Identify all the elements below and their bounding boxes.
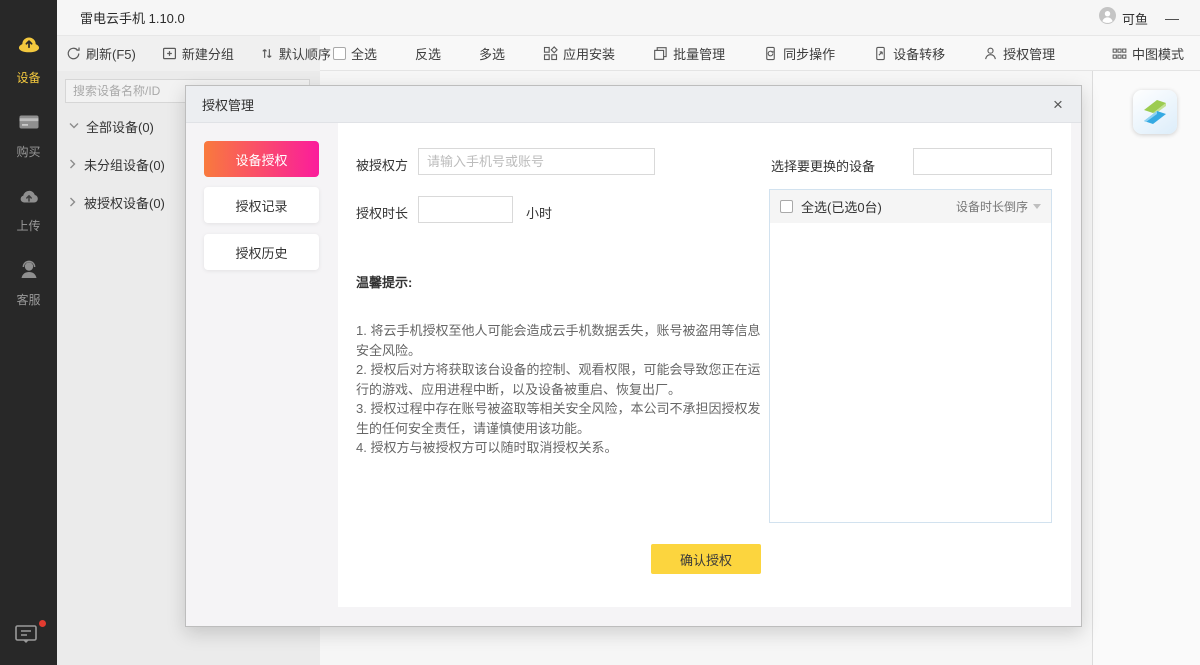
multi-select-button[interactable]: 多选	[479, 44, 505, 63]
tab-authorize-history[interactable]: 授权历史	[204, 234, 319, 270]
toolbar: 刷新(F5) 新建分组 默认顺序 全选 反选 多选 应用安装	[57, 36, 1200, 71]
auth-manage-icon	[983, 46, 998, 61]
rail-item-support[interactable]: 客服	[0, 258, 57, 308]
grantee-input[interactable]	[418, 148, 655, 175]
duration-label: 授权时长	[356, 203, 408, 222]
sort-icon	[260, 46, 274, 61]
avatar-icon	[1099, 7, 1116, 29]
tips-text: 1. 将云手机授权至他人可能会造成云手机数据丢失，账号被盗用等信息安全风险。 2…	[356, 321, 766, 458]
rail-item-label: 客服	[16, 291, 40, 308]
tab-device-authorize[interactable]: 设备授权	[204, 141, 319, 177]
right-rail	[1092, 71, 1200, 665]
tip-line: 3. 授权过程中存在账号被盗取等相关安全风险，本公司不承担因授权发生的任何安全责…	[356, 399, 766, 438]
floating-assistant-button[interactable]	[1133, 90, 1177, 134]
new-group-button[interactable]: 新建分组	[162, 44, 234, 63]
select-all-checkbox[interactable]	[333, 47, 346, 60]
tips-title: 温馨提示:	[356, 272, 412, 291]
rail-item-upload[interactable]: 上传	[0, 184, 57, 234]
modal-title: 授权管理	[202, 95, 254, 114]
batch-manage-button[interactable]: 批量管理	[653, 44, 725, 63]
device-transfer-button[interactable]: 设备转移	[873, 44, 945, 63]
user-account[interactable]: 可鱼	[1099, 7, 1148, 29]
rail-item-purchase[interactable]: 购买	[0, 110, 57, 160]
upload-icon	[17, 184, 41, 213]
batch-manage-icon	[653, 46, 668, 61]
tip-line: 4. 授权方与被授权方可以随时取消授权关系。	[356, 438, 766, 458]
list-select-all-checkbox[interactable]	[780, 200, 793, 213]
select-all-toggle[interactable]: 全选	[333, 44, 377, 63]
device-select-list: 全选(已选0台) 设备时长倒序	[769, 189, 1052, 523]
rail-item-label: 购买	[16, 143, 40, 160]
tip-line: 1. 将云手机授权至他人可能会造成云手机数据丢失，账号被盗用等信息安全风险。	[356, 321, 766, 360]
rail-item-label: 上传	[16, 217, 40, 234]
rail-item-devices[interactable]: 设备	[0, 34, 57, 86]
chevron-down-icon	[69, 122, 79, 130]
close-icon[interactable]: ×	[1045, 92, 1071, 118]
device-list-header: 全选(已选0台) 设备时长倒序	[770, 190, 1051, 223]
grantee-label: 被授权方	[356, 155, 408, 174]
device-select-label: 选择要更换的设备	[771, 156, 875, 175]
duration-input[interactable]	[418, 196, 513, 223]
modal-tab-column: 设备授权 授权记录 授权历史	[204, 141, 319, 280]
app-install-button[interactable]: 应用安装	[543, 44, 615, 63]
sort-dropdown[interactable]: 设备时长倒序	[956, 198, 1041, 215]
titlebar: 雷电云手机 1.10.0 可鱼 —	[57, 0, 1200, 36]
support-icon	[17, 258, 41, 287]
device-icon	[16, 34, 42, 65]
refresh-icon	[66, 46, 81, 61]
feedback-chat-icon[interactable]	[14, 623, 44, 651]
username: 可鱼	[1122, 9, 1148, 28]
tab-authorize-records[interactable]: 授权记录	[204, 187, 319, 223]
caret-down-icon	[1033, 204, 1041, 209]
device-filter-input[interactable]	[913, 148, 1052, 175]
default-order-button[interactable]: 默认顺序	[260, 44, 331, 63]
device-transfer-icon	[873, 46, 888, 61]
minimize-button[interactable]: —	[1158, 6, 1186, 30]
app-install-icon	[543, 46, 558, 61]
modal-header: 授权管理 ×	[186, 86, 1081, 123]
new-group-icon	[162, 46, 177, 61]
list-select-all-label: 全选(已选0台)	[801, 197, 882, 216]
invert-select-button[interactable]: 反选	[415, 44, 441, 63]
confirm-authorize-button[interactable]: 确认授权	[651, 544, 761, 574]
auth-manage-button[interactable]: 授权管理	[983, 44, 1055, 63]
purchase-icon	[17, 110, 41, 139]
sync-ops-icon	[763, 46, 778, 61]
sync-ops-button[interactable]: 同步操作	[763, 44, 835, 63]
mid-view-mode-button[interactable]: 中图模式	[1112, 44, 1184, 63]
chevron-right-icon	[69, 159, 77, 169]
refresh-button[interactable]: 刷新(F5)	[66, 44, 136, 63]
grid-mode-icon	[1112, 47, 1127, 61]
app-window: 设备 购买 上传 客服 雷电云手机 1.10.0	[0, 0, 1200, 665]
tip-line: 2. 授权后对方将获取该台设备的控制、观看权限，可能会导致您正在运行的游戏、应用…	[356, 360, 766, 399]
logo-s-icon	[1133, 90, 1177, 134]
chevron-right-icon	[69, 197, 77, 207]
app-title: 雷电云手机 1.10.0	[80, 8, 185, 27]
rail-item-label: 设备	[16, 69, 40, 86]
auth-manage-modal: 授权管理 × 设备授权 授权记录 授权历史 被授权方 授权时长 小时 温馨提示:…	[185, 85, 1082, 627]
nav-rail: 设备 购买 上传 客服	[0, 0, 57, 665]
notification-dot	[39, 620, 46, 627]
modal-content-panel: 被授权方 授权时长 小时 温馨提示: 1. 将云手机授权至他人可能会造成云手机数…	[338, 123, 1071, 607]
duration-unit: 小时	[526, 203, 552, 222]
